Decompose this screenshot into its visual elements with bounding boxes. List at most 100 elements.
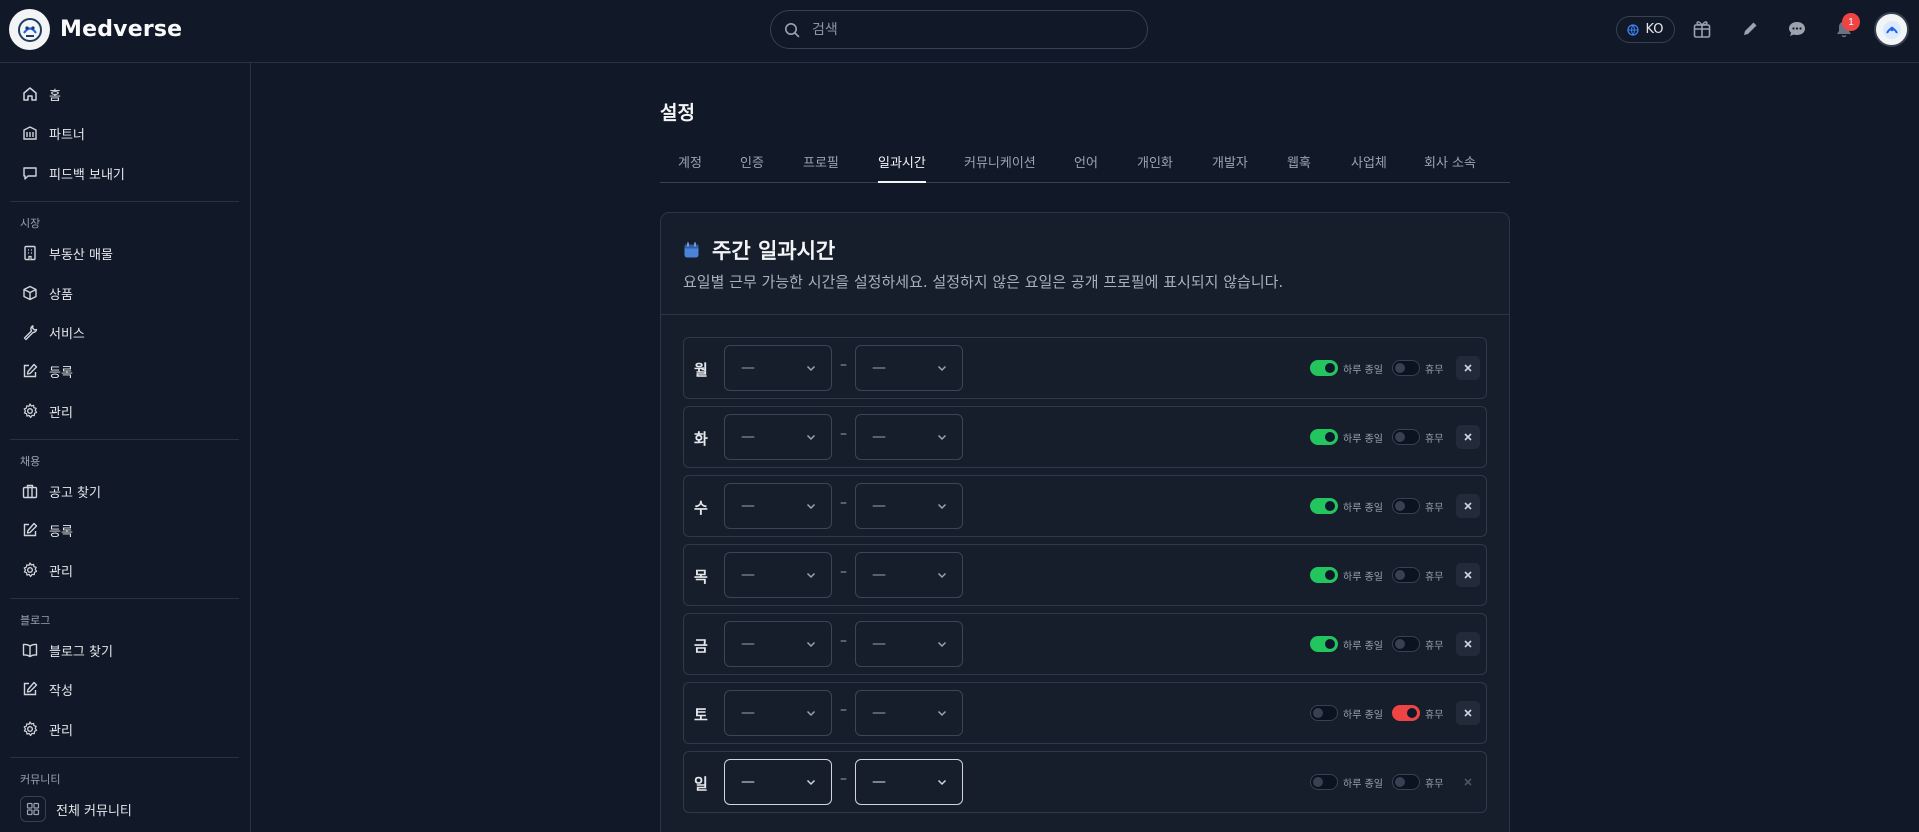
sidebar-item-label: 서비스 xyxy=(49,326,85,342)
sidebar-item-label: 파트너 xyxy=(49,127,85,143)
full-day-toggle[interactable] xyxy=(1310,705,1338,721)
start-time-select[interactable]: — xyxy=(724,552,832,598)
language-switcher[interactable]: KO xyxy=(1616,16,1675,43)
notification-badge: 1 xyxy=(1842,13,1860,31)
section-title-blog: 블로그 xyxy=(20,614,51,627)
sidebar-item-home[interactable]: 홈 xyxy=(20,80,61,108)
gift-icon[interactable] xyxy=(1690,17,1714,41)
day-off-toggle[interactable] xyxy=(1392,429,1420,445)
search-input[interactable] xyxy=(812,21,1112,38)
sidebar-item-find-jobs[interactable]: 공고 찾기 xyxy=(20,477,101,505)
search-bar[interactable] xyxy=(770,10,1148,49)
end-time-select[interactable]: — xyxy=(855,621,963,667)
start-time-select[interactable]: — xyxy=(724,345,832,391)
sidebar-item-find-blogs[interactable]: 블로그 찾기 xyxy=(20,636,113,664)
full-day-toggle[interactable] xyxy=(1310,636,1338,652)
chevron-down-icon xyxy=(805,500,817,512)
tab-personalization[interactable]: 개인화 xyxy=(1137,152,1173,171)
edit-icon xyxy=(20,361,40,381)
tab-working-hours[interactable]: 일과시간 xyxy=(878,152,926,171)
tab-company-affiliation[interactable]: 회사 소속 xyxy=(1424,152,1476,171)
clear-button[interactable] xyxy=(1456,632,1480,656)
end-time-value: — xyxy=(872,429,886,445)
clear-button[interactable] xyxy=(1456,494,1480,518)
end-time-select[interactable]: — xyxy=(855,414,963,460)
sidebar-item-jobs-manage[interactable]: 관리 xyxy=(20,556,73,584)
end-time-select[interactable]: — xyxy=(855,552,963,598)
chevron-down-icon xyxy=(936,638,948,650)
briefcase-icon xyxy=(20,481,40,501)
end-time-select[interactable]: — xyxy=(855,345,963,391)
card-title: 주간 일과시간 xyxy=(683,235,835,265)
start-time-select[interactable]: — xyxy=(724,759,832,805)
full-day-toggle[interactable] xyxy=(1310,360,1338,376)
logo[interactable]: Medverse xyxy=(9,9,182,50)
tab-verification[interactable]: 인증 xyxy=(740,152,764,171)
full-day-toggle[interactable] xyxy=(1310,429,1338,445)
tab-business[interactable]: 사업체 xyxy=(1351,152,1387,171)
message-icon xyxy=(20,163,40,183)
start-time-select[interactable]: — xyxy=(724,690,832,736)
clear-button[interactable] xyxy=(1456,563,1480,587)
tab-profile[interactable]: 프로필 xyxy=(803,152,839,171)
sidebar-item-products[interactable]: 상품 xyxy=(20,279,73,307)
sidebar-item-label: 홈 xyxy=(49,88,61,104)
chevron-down-icon xyxy=(805,707,817,719)
start-time-select[interactable]: — xyxy=(724,621,832,667)
chevron-down-icon xyxy=(805,431,817,443)
sidebar-item-partners[interactable]: 파트너 xyxy=(20,119,85,147)
day-off-toggle[interactable] xyxy=(1392,567,1420,583)
day-off-toggle[interactable] xyxy=(1392,636,1420,652)
sidebar-item-blog-manage[interactable]: 관리 xyxy=(20,715,73,743)
language-code: KO xyxy=(1645,22,1664,37)
tab-webhooks[interactable]: 웹훅 xyxy=(1287,152,1311,171)
sidebar-item-blog-write[interactable]: 작성 xyxy=(20,675,73,703)
sidebar-item-market-manage[interactable]: 관리 xyxy=(20,397,73,425)
tab-developer[interactable]: 개발자 xyxy=(1212,152,1248,171)
end-time-select[interactable]: — xyxy=(855,690,963,736)
section-title-market: 시장 xyxy=(20,217,41,230)
sidebar-item-label: 관리 xyxy=(49,405,73,421)
full-day-label: 하루 종일 xyxy=(1343,641,1383,652)
full-day-toggle[interactable] xyxy=(1310,774,1338,790)
clear-button[interactable] xyxy=(1456,701,1480,725)
sidebar-item-services[interactable]: 서비스 xyxy=(20,318,85,346)
time-separator: – xyxy=(840,702,847,718)
tab-communication[interactable]: 커뮤니케이션 xyxy=(964,152,1036,171)
day-row-monday: 월 — – — 하루 종일 휴무 xyxy=(683,337,1487,399)
clear-button[interactable] xyxy=(1456,425,1480,449)
clear-button[interactable] xyxy=(1456,770,1480,794)
sidebar-item-feedback[interactable]: 피드백 보내기 xyxy=(20,159,125,187)
day-off-label: 휴무 xyxy=(1425,434,1444,445)
pencil-icon[interactable] xyxy=(1738,17,1762,41)
end-time-select[interactable]: — xyxy=(855,483,963,529)
day-off-toggle[interactable] xyxy=(1392,705,1420,721)
sidebar-item-all-communities[interactable]: 전체 커뮤니티 xyxy=(20,795,132,823)
day-off-toggle[interactable] xyxy=(1392,498,1420,514)
chevron-down-icon xyxy=(936,431,948,443)
chevron-down-icon xyxy=(936,500,948,512)
chat-icon[interactable] xyxy=(1785,17,1809,41)
close-icon xyxy=(1463,708,1473,718)
close-icon xyxy=(1463,777,1473,787)
end-time-select[interactable]: — xyxy=(855,759,963,805)
gear-icon xyxy=(20,719,40,739)
toggle-knob xyxy=(1325,432,1335,442)
gear-icon xyxy=(20,401,40,421)
start-time-select[interactable]: — xyxy=(724,483,832,529)
wrench-icon xyxy=(20,322,40,342)
sidebar-item-real-estate[interactable]: 부동산 매물 xyxy=(20,239,113,267)
sidebar-item-market-register[interactable]: 등록 xyxy=(20,357,73,385)
chevron-down-icon xyxy=(805,362,817,374)
tab-account[interactable]: 계정 xyxy=(678,152,702,171)
full-day-toggle[interactable] xyxy=(1310,498,1338,514)
clear-button[interactable] xyxy=(1456,356,1480,380)
top-bar: Medverse KO 1 xyxy=(0,0,1919,63)
day-off-toggle[interactable] xyxy=(1392,774,1420,790)
tab-language[interactable]: 언어 xyxy=(1074,152,1098,171)
avatar[interactable] xyxy=(1874,12,1909,47)
sidebar-item-jobs-register[interactable]: 등록 xyxy=(20,516,73,544)
start-time-select[interactable]: — xyxy=(724,414,832,460)
day-off-toggle[interactable] xyxy=(1392,360,1420,376)
full-day-toggle[interactable] xyxy=(1310,567,1338,583)
